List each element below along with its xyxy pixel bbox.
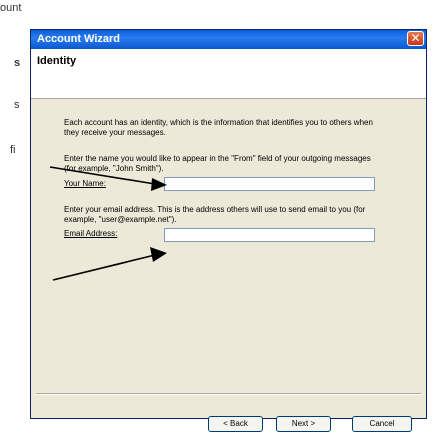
annotation-arrows bbox=[49, 166, 167, 281]
arrow-head-name bbox=[151, 178, 167, 191]
arrow-head-email bbox=[150, 247, 167, 262]
arrow-line-name bbox=[49, 166, 156, 185]
arrow-line-email bbox=[52, 254, 156, 281]
